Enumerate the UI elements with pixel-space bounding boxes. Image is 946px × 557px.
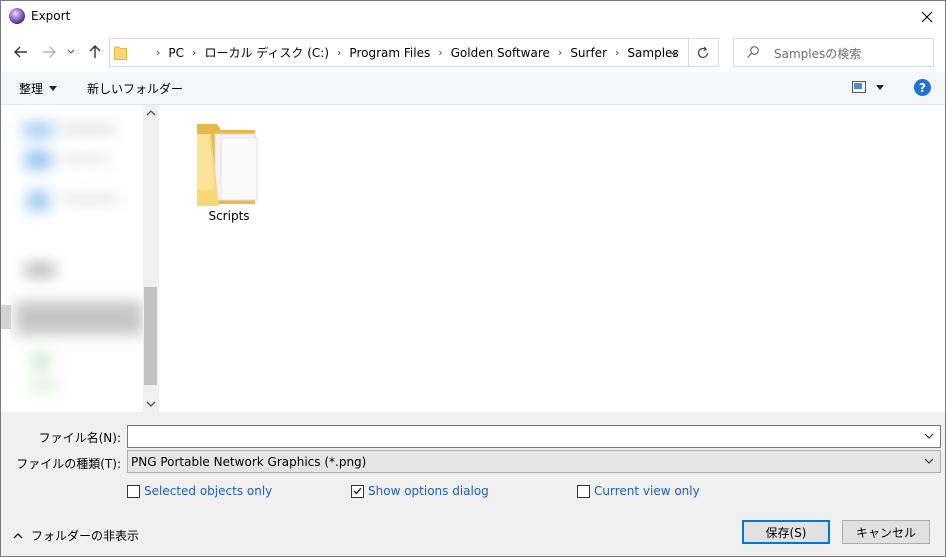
close-button[interactable] <box>909 2 945 31</box>
chevron-up-icon <box>13 533 23 539</box>
app-icon <box>9 8 25 24</box>
chevron-right-icon[interactable]: › <box>329 46 349 59</box>
navigation-pane[interactable] <box>1 105 159 412</box>
chevron-down-icon[interactable] <box>666 45 682 61</box>
arrow-left-icon <box>14 46 27 58</box>
save-button[interactable]: 保存(S) <box>742 520 830 544</box>
folder-name: Scripts <box>208 209 250 223</box>
organize-label: 整理 <box>19 82 44 96</box>
up-button[interactable] <box>85 42 105 62</box>
checkbox-label[interactable]: Show options dialog <box>368 484 489 498</box>
checkmark-icon <box>353 487 362 495</box>
forward-button[interactable] <box>39 42 59 62</box>
chevron-right-icon[interactable]: › <box>607 46 627 59</box>
chevron-down-icon[interactable] <box>924 458 934 465</box>
hide-folders-button[interactable]: フォルダーの非表示 <box>13 527 139 544</box>
folder-icon <box>197 124 258 206</box>
selected-objects-only-checkbox[interactable]: Selected objects only <box>127 484 272 498</box>
close-icon <box>921 11 933 22</box>
show-options-dialog-checkbox[interactable]: Show options dialog <box>351 484 489 498</box>
scroll-down-icon[interactable] <box>146 401 156 408</box>
refresh-button[interactable] <box>687 38 719 67</box>
checkbox-box[interactable] <box>351 484 364 498</box>
dropdown-arrow-icon <box>49 86 58 91</box>
title-bar: Export <box>1 1 945 32</box>
folder-icon <box>114 46 127 60</box>
selection-marker <box>1 305 11 329</box>
chevron-right-icon[interactable]: › <box>430 46 450 59</box>
scroll-thumb[interactable] <box>144 287 157 385</box>
folder-item[interactable]: Scripts <box>191 116 267 228</box>
filename-label: ファイル名(N): <box>38 431 121 445</box>
navigation-tree <box>15 113 143 403</box>
cancel-button[interactable]: キャンセル <box>842 520 930 544</box>
chevron-right-icon[interactable]: › <box>550 46 570 59</box>
breadcrumb-item[interactable]: ローカル ディスク (C:) <box>204 44 329 61</box>
current-view-only-checkbox[interactable]: Current view only <box>577 484 700 498</box>
save-panel: ファイル名(N): ファイルの種類(T): PNG Portable Netwo… <box>1 412 945 556</box>
view-icon <box>852 81 866 93</box>
search-box[interactable]: Samplesの検索 <box>733 38 934 67</box>
window-title: Export <box>31 9 71 23</box>
chevron-down-icon <box>67 49 75 54</box>
chevron-right-icon: › <box>156 46 161 59</box>
checkbox-box[interactable] <box>577 484 590 498</box>
arrow-up-icon <box>89 45 101 58</box>
scroll-up-icon[interactable] <box>146 109 156 116</box>
file-list[interactable] <box>160 105 945 412</box>
breadcrumb-item[interactable]: Surfer <box>570 46 607 60</box>
help-icon[interactable]: ? <box>914 79 931 96</box>
dropdown-arrow-icon <box>876 84 884 90</box>
filename-field[interactable] <box>127 425 941 448</box>
breadcrumb-item[interactable]: PC <box>168 46 184 60</box>
refresh-icon <box>697 46 708 58</box>
breadcrumb: › PC › ローカル ディスク (C:) › Program Files › … <box>148 39 679 66</box>
export-dialog: Export › PC › ローカル ディスク (C:) › Program F… <box>0 0 946 557</box>
search-icon <box>747 46 759 58</box>
recent-locations-button[interactable] <box>64 42 78 62</box>
checkbox-label[interactable]: Selected objects only <box>144 484 272 498</box>
chevron-down-icon[interactable] <box>924 433 934 440</box>
hide-folders-label: フォルダーの非表示 <box>31 529 140 543</box>
new-folder-button[interactable]: 新しいフォルダー <box>87 80 183 97</box>
checkbox-label[interactable]: Current view only <box>594 484 700 498</box>
command-bar: 整理 新しいフォルダー ? <box>1 72 945 105</box>
address-bar[interactable]: › PC › ローカル ディスク (C:) › Program Files › … <box>109 38 689 67</box>
view-options-button[interactable] <box>852 81 884 93</box>
organize-button[interactable]: 整理 <box>19 80 58 97</box>
filetype-select[interactable]: PNG Portable Network Graphics (*.png) <box>127 450 941 473</box>
checkbox-box[interactable] <box>127 484 140 498</box>
search-input[interactable]: Samplesの検索 <box>774 45 861 62</box>
breadcrumb-item[interactable]: Program Files <box>349 46 430 60</box>
filetype-label: ファイルの種類(T): <box>16 457 121 471</box>
chevron-right-icon[interactable]: › <box>184 46 204 59</box>
arrow-right-icon <box>43 46 56 58</box>
filetype-value: PNG Portable Network Graphics (*.png) <box>131 455 367 469</box>
breadcrumb-item[interactable]: Golden Software <box>451 46 550 60</box>
back-button[interactable] <box>11 42 31 62</box>
